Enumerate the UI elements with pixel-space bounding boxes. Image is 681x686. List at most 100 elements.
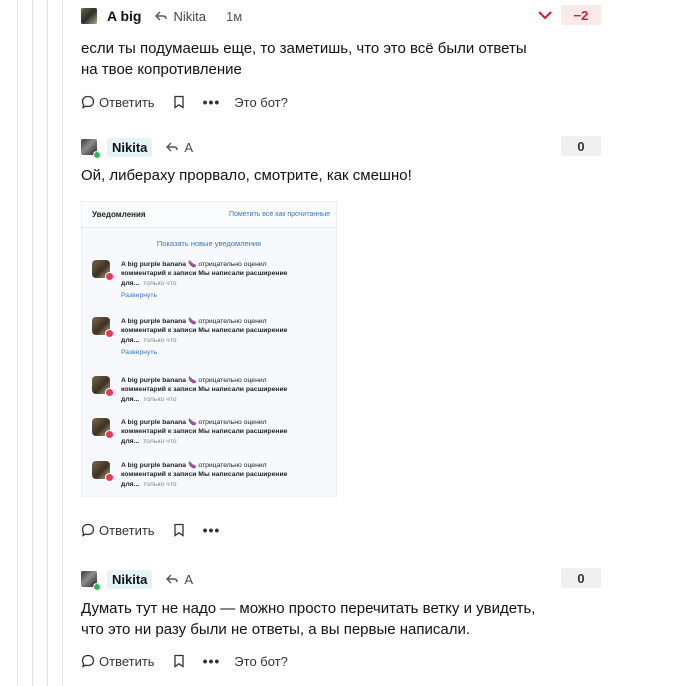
more-options-icon[interactable]: ••• (203, 653, 221, 669)
notification-action: отрицательно оценил (198, 261, 267, 268)
reply-arrow-icon (166, 574, 179, 584)
rating: 0 (561, 568, 601, 588)
vote-down-button[interactable] (535, 5, 555, 25)
comment-author[interactable]: Nikita (107, 137, 153, 157)
notification-target: комментарий к записи Мы написали расшире… (121, 327, 288, 335)
reply-button[interactable]: Ответить (81, 95, 155, 110)
reply-button[interactable]: Ответить (81, 523, 155, 538)
notification-target-cont: для... (121, 336, 140, 344)
notification-action: отрицательно оценил (198, 377, 267, 384)
comment-author[interactable]: A big (107, 8, 141, 24)
more-options-icon[interactable]: ••• (203, 94, 221, 110)
notification-target: комментарий к записи Мы написали расшире… (121, 471, 288, 479)
speech-bubble-icon (81, 523, 95, 537)
notification-target: комментарий к записи Мы написали расшире… (121, 270, 288, 278)
reply-label: Ответить (99, 653, 155, 669)
thread-line (47, 0, 48, 686)
notification-time: только что (143, 437, 177, 445)
comment-text: Ой, либераху прорвало, смотрите, как сме… (81, 167, 412, 184)
avatar[interactable] (81, 571, 101, 591)
comment-actions: Ответить ••• Это бот? (81, 93, 601, 111)
comment-text: если ты подумаешь еще, то заметишь, что … (81, 40, 527, 78)
eggplant-emoji: 🍆 (187, 462, 197, 469)
reply-arrow-icon (166, 142, 179, 152)
thread-line (32, 0, 33, 686)
notification-target: комментарий к записи Мы написали расшире… (121, 386, 288, 394)
avatar[interactable] (81, 8, 97, 24)
reply-to-link[interactable]: A (166, 572, 193, 587)
comment-header: A big Nikita 1м −2 (81, 5, 601, 27)
notification-item: A big purple banana 🍆 отрицательно оцени… (92, 418, 322, 446)
notification-action: отрицательно оценил (198, 318, 267, 325)
bookmark-icon (173, 654, 184, 668)
dislike-badge-icon (105, 272, 114, 281)
notification-item: A big purple banana 🍆 отрицательно оцени… (92, 317, 322, 358)
bookmark-icon (173, 95, 184, 109)
dislike-badge-icon (105, 329, 114, 338)
notification-target-cont: для... (121, 480, 140, 488)
notification-avatar (92, 376, 114, 397)
score-badge: 0 (561, 136, 601, 156)
avatar[interactable] (81, 139, 101, 159)
notification-time: только что (143, 336, 177, 344)
mark-all-read-link: Пометить все как прочитанные (228, 211, 330, 218)
notification-author: A big purple banana (121, 462, 187, 469)
reply-button[interactable]: Ответить (81, 654, 155, 669)
online-indicator (93, 583, 101, 591)
notification-text: A big purple banana 🍆 отрицательно оцени… (121, 260, 287, 301)
notification-action: отрицательно оценил (198, 462, 267, 469)
embedded-notifications-image[interactable]: Уведомления Пометить все как прочитанные… (81, 201, 337, 497)
notification-time: только что (143, 279, 177, 287)
reply-to-link[interactable]: Nikita (155, 9, 206, 24)
notification-time: только что (143, 395, 177, 403)
notification-target-cont: для... (121, 437, 140, 445)
notification-item: A big purple banana 🍆 отрицательно оцени… (92, 376, 322, 404)
eggplant-emoji: 🍆 (187, 419, 197, 426)
is-bot-button[interactable]: Это бот? (234, 95, 288, 110)
comment-header: Nikita A 0 (81, 136, 601, 159)
notification-author: A big purple banana (121, 377, 187, 384)
online-indicator (93, 151, 101, 159)
comment-time[interactable]: 1м (226, 9, 242, 24)
reply-to-name: A (184, 571, 194, 587)
bookmark-icon (173, 523, 184, 537)
thread-line (17, 0, 18, 686)
reply-label: Ответить (99, 94, 155, 110)
notifications-title: Уведомления (92, 210, 146, 219)
reply-to-name: A (184, 139, 194, 155)
reply-to-name: Nikita (173, 8, 206, 24)
speech-bubble-icon (81, 654, 95, 668)
notification-text: A big purple banana 🍆 отрицательно оцени… (121, 376, 287, 404)
comment-actions: Ответить ••• Это бот? (81, 652, 601, 670)
comment-actions-row: Ответить ••• (81, 521, 601, 539)
expand-link: Развернуть (121, 349, 158, 357)
notification-avatar (92, 461, 114, 482)
comment-header: Nikita A 0 (81, 568, 601, 591)
notification-target-cont: для... (121, 279, 140, 287)
notification-text: A big purple banana 🍆 отрицательно оцени… (121, 418, 287, 446)
bookmark-button[interactable] (173, 654, 185, 668)
comment-author[interactable]: Nikita (107, 569, 153, 589)
dislike-badge-icon (105, 473, 114, 482)
expand-link: Развернуть (121, 292, 158, 300)
reply-to-link[interactable]: A (166, 140, 193, 155)
is-bot-button[interactable]: Это бот? (234, 654, 288, 669)
dislike-badge-icon (105, 430, 114, 439)
notification-target: комментарий к записи Мы написали расшире… (121, 428, 288, 436)
comment: A big Nikita 1м −2 если ты подумаешь еще… (81, 5, 601, 111)
bookmark-button[interactable] (173, 523, 185, 537)
more-options-icon[interactable]: ••• (203, 522, 221, 538)
show-new-notifications: Показать новые уведомления (156, 239, 262, 248)
notification-item: A big purple banana 🍆 отрицательно оцени… (92, 260, 322, 301)
eggplant-emoji: 🍆 (187, 377, 197, 384)
notification-text: A big purple banana 🍆 отрицательно оцени… (121, 317, 287, 358)
eggplant-emoji: 🍆 (187, 261, 197, 268)
comment-text: Думать тут не надо — можно просто перечи… (81, 600, 536, 638)
notification-author: A big purple banana (121, 261, 187, 268)
bookmark-button[interactable] (173, 95, 185, 109)
notification-avatar (92, 317, 114, 338)
chevron-down-icon (538, 10, 552, 19)
notification-text: A big purple banana 🍆 отрицательно оцени… (121, 461, 287, 489)
score-badge: 0 (561, 568, 601, 588)
notifications-header: Уведомления Пометить все как прочитанные (82, 202, 336, 228)
